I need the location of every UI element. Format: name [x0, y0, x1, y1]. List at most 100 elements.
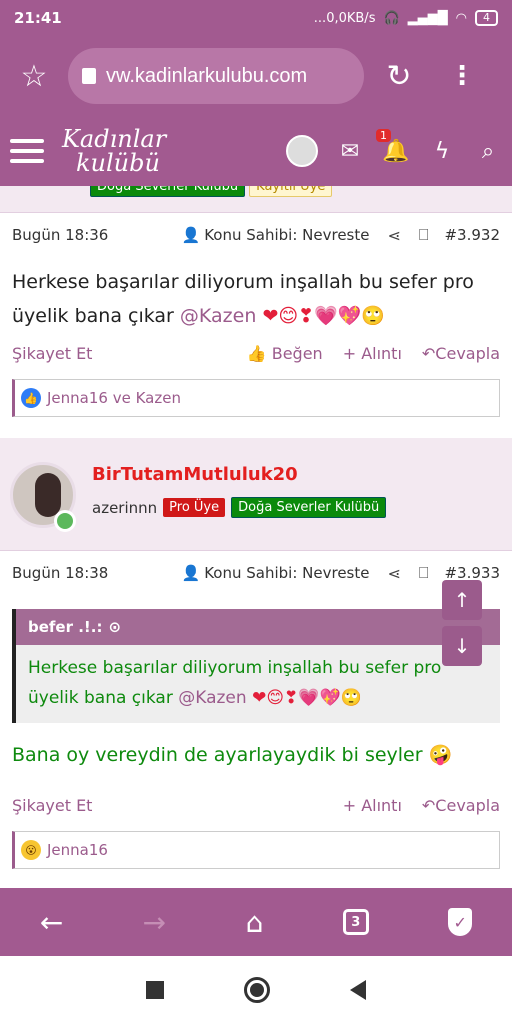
reply-button[interactable]: ↶Cevapla [422, 796, 500, 815]
tabs-count-icon[interactable]: 3 [342, 909, 369, 935]
report-link[interactable]: Şikayet Et [12, 796, 92, 815]
post-time[interactable]: Bugün 18:38 [12, 564, 108, 582]
wifi-icon: ◠ [455, 10, 467, 26]
back-triangle-icon[interactable] [350, 980, 366, 1000]
post-body: Bana oy vereydin de ayarlayaydik bi seyl… [0, 723, 512, 773]
person-icon: 👤 [181, 564, 201, 582]
topic-owner: 👤 Konu Sahibi: Nevreste [182, 226, 370, 244]
home-icon[interactable]: ⌂ [246, 906, 264, 939]
system-nav-bar [0, 956, 512, 1024]
bookmark-star-icon[interactable]: ☆ [0, 59, 68, 94]
reply-icon: ↶ [421, 343, 436, 363]
reply-label: Cevapla [435, 795, 500, 815]
poster-title: azerinnn [92, 498, 158, 517]
arrow-up-circle-icon: ⊙ [108, 618, 122, 636]
hamburger-menu-icon[interactable] [10, 139, 44, 163]
header-icons: ✉ 1 🔔 ϟ ⌕ [286, 128, 502, 167]
badge-club: Doğa Severler Kulübü [231, 497, 387, 518]
online-status-icon [54, 510, 76, 532]
post-3933: Bugün 18:38 👤 Konu Sahibi: Nevreste ⋖ ⎕ #… [0, 550, 512, 888]
browser-toolbar: ☆ vw.kadinlarkulubu.com ↻ ⋮ [0, 36, 512, 116]
badge-pro: Pro Üye [163, 498, 226, 517]
lightning-icon[interactable]: ϟ [428, 139, 456, 164]
post-text: Bana oy vereydin de ayarlayaydik bi seyl… [12, 744, 423, 766]
status-time: 21:41 [14, 9, 62, 27]
signal-icon: ▂▄▆█ [407, 10, 448, 26]
emoji-string: ❤😊❣💗💖🙄 [262, 305, 386, 327]
logo-line2: kulübü [76, 149, 160, 177]
reply-label: Cevapla [435, 343, 500, 363]
badge-club: Doğa Severler Kulübü [90, 186, 246, 197]
likes-summary[interactable]: 👍 Jenna16 ve Kazen [12, 379, 500, 417]
thread-content: Doğa Severler Kulübü Kayıtlı Üye Bugün 1… [0, 186, 512, 888]
browser-bottom-nav: ← → ⌂ 3 ✓ [0, 888, 512, 956]
quote-text: Herkese başarılar diliyorum inşallah bu … [16, 645, 500, 723]
share-icon[interactable]: ⋖ [387, 226, 400, 245]
back-arrow-icon[interactable]: ← [40, 906, 63, 939]
quote-author: befer .!.: [28, 618, 103, 636]
quote-button[interactable]: + Alıntı [343, 796, 402, 815]
bookmark-icon[interactable]: ⎕ [419, 225, 429, 245]
post-actions: Şikayet Et 👍 Beğen + Alıntı ↶Cevapla [0, 333, 512, 373]
crazy-face-emoji: 🤪 [428, 744, 453, 766]
scroll-up-button[interactable]: ↑ [442, 580, 482, 620]
address-bar[interactable]: vw.kadinlarkulubu.com [68, 48, 364, 104]
home-circle-icon[interactable] [244, 977, 270, 1003]
mention-link[interactable]: @Kazen [178, 688, 246, 708]
share-icon[interactable]: ⋖ [387, 564, 400, 583]
reply-icon: ↶ [421, 795, 436, 815]
likes-summary[interactable]: 😮 Jenna16 [12, 831, 500, 869]
mail-icon[interactable]: ✉ [336, 139, 364, 164]
quote-header[interactable]: befer .!.: ⊙ [16, 609, 500, 645]
network-speed: ...0,0KB/s [313, 10, 376, 26]
recents-square-icon[interactable] [146, 981, 164, 999]
more-menu-icon[interactable]: ⋮ [434, 61, 490, 91]
like-reaction-icon: 👍 [21, 388, 41, 408]
user-avatar[interactable] [286, 135, 318, 167]
url-text: vw.kadinlarkulubu.com [106, 64, 308, 87]
topic-owner-text: Konu Sahibi: Nevreste [204, 226, 370, 244]
topic-owner: 👤 Konu Sahibi: Nevreste [182, 564, 370, 582]
battery-indicator: 4 [475, 10, 498, 26]
previous-user-badges: Doğa Severler Kulübü Kayıtlı Üye [90, 186, 333, 197]
poster-username[interactable]: BirTutamMutluluk20 [92, 464, 298, 485]
search-icon[interactable]: ⌕ [474, 139, 502, 164]
site-header: Kadınlar kulübü ✉ 1 🔔 ϟ ⌕ [0, 116, 512, 186]
likers-text: Jenna16 [47, 841, 108, 859]
likers-text: Jenna16 ve Kazen [47, 389, 181, 407]
status-right: ...0,0KB/s 🎧 ▂▄▆█ ◠ 4 [314, 10, 498, 26]
bell-icon[interactable]: 1 🔔 [376, 128, 410, 164]
post-meta: Bugün 18:36 👤 Konu Sahibi: Nevreste ⋖ ⎕ #… [0, 213, 512, 257]
wow-reaction-icon: 😮 [21, 840, 41, 860]
notification-badge: 1 [376, 128, 391, 142]
thumbs-up-icon: 👍 [246, 343, 267, 363]
logo-line1: Kadınlar [62, 125, 167, 153]
reload-icon[interactable]: ↻ [364, 59, 434, 94]
mention-link[interactable]: @Kazen [180, 305, 256, 327]
post-number[interactable]: #3.932 [444, 226, 500, 244]
post-time[interactable]: Bugün 18:36 [12, 226, 108, 244]
person-icon: 👤 [181, 226, 201, 244]
like-button[interactable]: 👍 Beğen [247, 344, 323, 363]
forward-arrow-icon[interactable]: → [143, 906, 166, 939]
reply-button[interactable]: ↶Cevapla [422, 344, 500, 363]
user-info-bar: BirTutamMutluluk20 azerinnn Pro Üye Doğa… [0, 440, 512, 550]
status-bar: 21:41 ...0,0KB/s 🎧 ▂▄▆█ ◠ 4 [0, 0, 512, 36]
quote-button[interactable]: + Alıntı [343, 344, 402, 363]
shield-check-icon[interactable]: ✓ [448, 908, 473, 936]
headphones-icon: 🎧 [383, 10, 400, 26]
post-3932: Bugün 18:36 👤 Konu Sahibi: Nevreste ⋖ ⎕ #… [0, 212, 512, 438]
report-link[interactable]: Şikayet Et [12, 344, 92, 363]
emoji-string: ❤😊❣💗💖🙄 [252, 688, 362, 708]
badge-registered: Kayıtlı Üye [249, 186, 333, 197]
post-body: Herkese başarılar diliyorum inşallah bu … [0, 257, 512, 333]
site-logo[interactable]: Kadınlar kulübü [62, 127, 166, 175]
post-meta: Bugün 18:38 👤 Konu Sahibi: Nevreste ⋖ ⎕ #… [0, 551, 512, 595]
scroll-down-button[interactable]: ↓ [442, 626, 482, 666]
bookmark-icon[interactable]: ⎕ [419, 563, 429, 583]
like-label: Beğen [271, 343, 323, 363]
poster-title-row: azerinnn Pro Üye Doğa Severler Kulübü [92, 497, 387, 518]
post-actions: Şikayet Et + Alıntı ↶Cevapla [0, 785, 512, 825]
topic-owner-text: Konu Sahibi: Nevreste [204, 564, 370, 582]
quote-block: befer .!.: ⊙ Herkese başarılar diliyorum… [12, 609, 500, 723]
